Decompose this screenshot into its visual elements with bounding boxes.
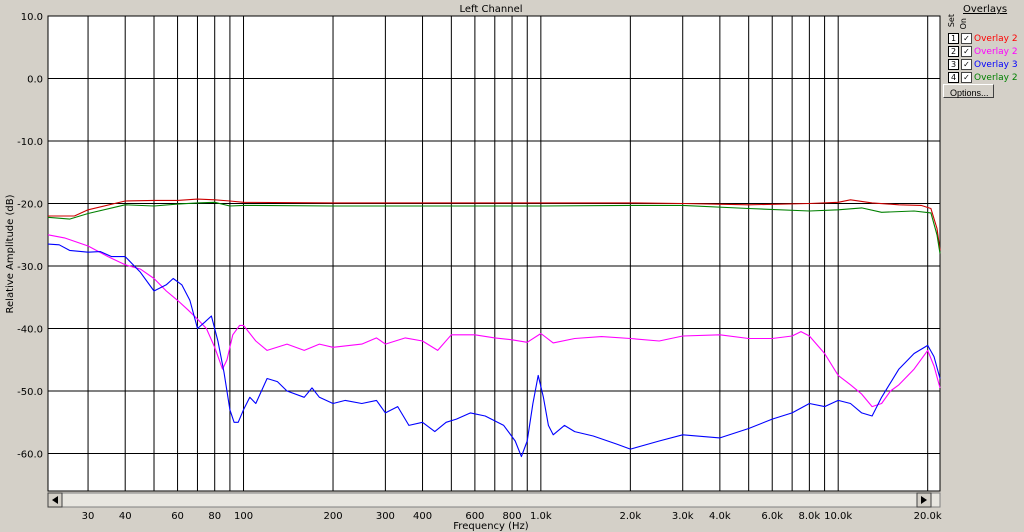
overlay-name: Overlay 2 (974, 46, 1018, 57)
x-tick-label: 20.0k (914, 511, 942, 522)
overlay-on-checkbox[interactable]: ✓ (961, 46, 972, 57)
x-tick-label: 40 (119, 511, 132, 522)
x-tick-label: 100 (234, 511, 253, 522)
overlay-row[interactable]: 4 ✓ Overlay 2 (948, 71, 1024, 84)
horizontal-scrollbar[interactable] (47, 492, 941, 508)
overlay-row[interactable]: 3 ✓ Overlay 3 (948, 58, 1024, 71)
x-tick-label: 300 (376, 511, 395, 522)
x-tick-label: 200 (323, 511, 342, 522)
x-tick-label: 60 (171, 511, 184, 522)
y-tick-label: -30.0 (17, 262, 43, 273)
x-tick-label: 3.0k (672, 511, 694, 522)
overlay-set-button[interactable]: 2 (948, 46, 959, 57)
y-tick-label: -20.0 (17, 200, 43, 211)
overlays-title: Overlays (963, 4, 1008, 15)
set-column-header: Set (947, 14, 956, 28)
x-tick-label: 1.0k (530, 511, 552, 522)
on-column-header: On (959, 18, 968, 30)
overlay-row[interactable]: 2 ✓ Overlay 2 (948, 45, 1024, 58)
overlay-on-checkbox[interactable]: ✓ (961, 59, 972, 70)
overlay-row[interactable]: 1 ✓ Overlay 2 (948, 32, 1024, 45)
x-tick-label: 2.0k (620, 511, 642, 522)
overlay-on-checkbox[interactable]: ✓ (961, 33, 972, 44)
x-tick-label: 8.0k (799, 511, 821, 522)
y-tick-label: 0.0 (27, 75, 43, 86)
overlay-on-checkbox[interactable]: ✓ (961, 72, 972, 83)
y-tick-label: -50.0 (17, 387, 43, 398)
frequency-response-chart: Left Channel 10.0 0.0 -10.0 -20.0 -30.0 -40.0… (0, 0, 943, 532)
overlay-set-button[interactable]: 3 (948, 59, 959, 70)
overlays-panel: Overlays Set On 1 ✓ Overlay 2 2 ✓ Overlay 2 3 ✓… (943, 0, 1024, 532)
overlay-name: Overlay 3 (974, 59, 1018, 70)
x-tick-label: 30 (82, 511, 95, 522)
x-tick-label: 10.0k (824, 511, 852, 522)
y-tick-label: -60.0 (17, 450, 43, 461)
y-tick-label: -40.0 (17, 325, 43, 336)
overlay-set-button[interactable]: 4 (948, 72, 959, 83)
plot-area (47, 15, 941, 492)
x-tick-label: 6.0k (761, 511, 783, 522)
x-tick-label: 4.0k (709, 511, 731, 522)
x-axis-label: Frequency (Hz) (453, 521, 529, 532)
chart-title: Left Channel (459, 4, 522, 15)
overlay-name: Overlay 2 (974, 33, 1018, 44)
overlay-set-button[interactable]: 1 (948, 33, 959, 44)
y-tick-label: 10.0 (21, 12, 43, 23)
y-axis-label: Relative Amplitude (dB) (5, 194, 16, 313)
x-tick-label: 400 (413, 511, 432, 522)
options-button[interactable]: Options... (943, 84, 994, 98)
y-tick-label: -10.0 (17, 137, 43, 148)
overlay-name: Overlay 2 (974, 72, 1018, 83)
x-tick-label: 80 (208, 511, 221, 522)
